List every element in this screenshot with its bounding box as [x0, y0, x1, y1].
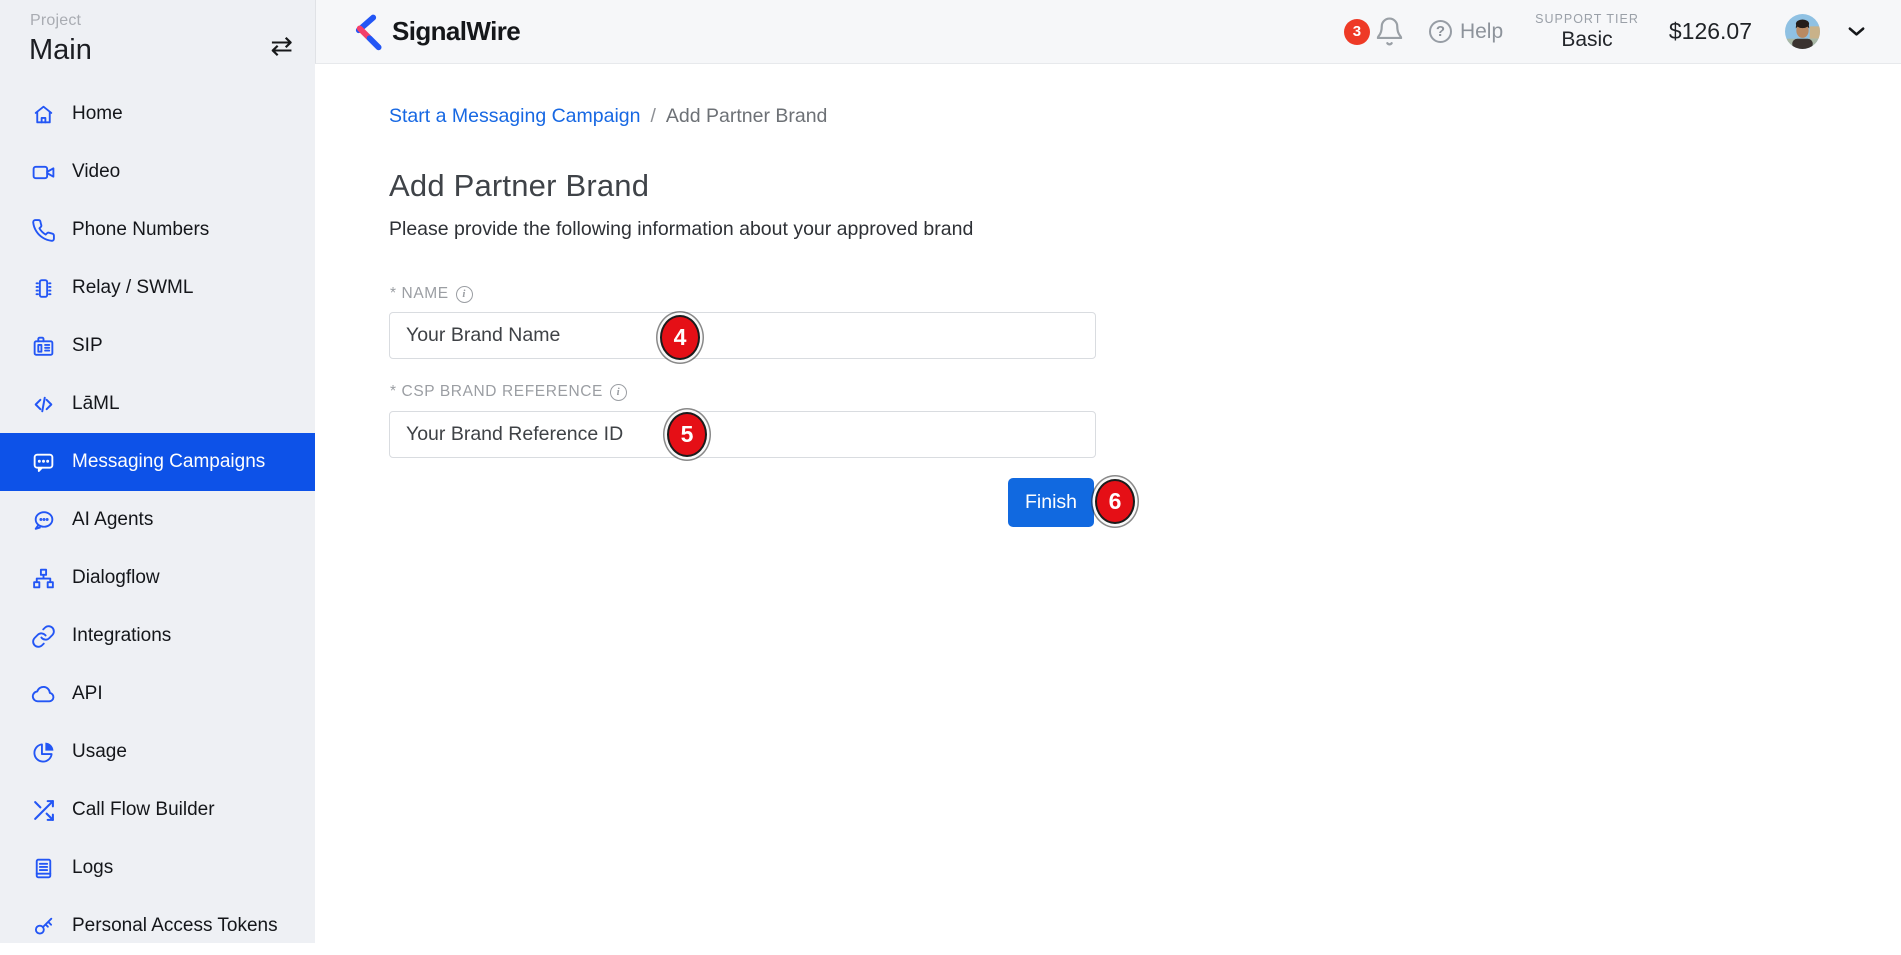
sidebar-item-sip[interactable]: SIP [0, 317, 315, 375]
account-balance[interactable]: $126.07 [1669, 18, 1752, 45]
sidebar-item-label: Integrations [72, 625, 171, 647]
code-icon [30, 391, 56, 417]
help-button[interactable]: ? Help [1429, 20, 1503, 44]
info-icon[interactable]: i [610, 384, 627, 401]
sidebar-item-label: Home [72, 103, 123, 125]
breadcrumb-separator: / [650, 105, 655, 128]
help-label: Help [1460, 20, 1503, 44]
signalwire-logo[interactable]: SignalWire [348, 12, 520, 52]
chat-square-icon [30, 449, 56, 475]
chip-device-icon [30, 275, 56, 301]
sidebar-item-label: LāML [72, 393, 120, 415]
sidebar: Project Main ⇄ Home Video Phone Numbers [0, 0, 315, 943]
support-tier-value: Basic [1535, 28, 1639, 52]
sidebar-item-label: AI Agents [72, 509, 153, 531]
sidebar-item-label: API [72, 683, 103, 705]
cloud-icon [30, 681, 56, 707]
main-content: Start a Messaging Campaign / Add Partner… [316, 65, 1901, 943]
header-right: 3 ? Help SUPPORT TIER Basic $126.07 [1344, 12, 1901, 52]
annotation-badge-6: 6 [1095, 479, 1135, 524]
sidebar-item-label: SIP [72, 335, 103, 357]
chevron-down-icon[interactable] [1845, 20, 1868, 43]
breadcrumb: Start a Messaging Campaign / Add Partner… [389, 105, 827, 128]
sidebar-item-usage[interactable]: Usage [0, 723, 315, 781]
support-tier-label: SUPPORT TIER [1535, 12, 1639, 26]
sidebar-item-label: Phone Numbers [72, 219, 209, 241]
sidebar-item-label: Video [72, 161, 120, 183]
phone-icon [30, 217, 56, 243]
brand-reference-input[interactable] [389, 411, 1096, 458]
brand-name-input[interactable] [389, 312, 1096, 359]
sidebar-item-laml[interactable]: LāML [0, 375, 315, 433]
page-subtitle: Please provide the following information… [389, 218, 973, 241]
finish-button[interactable]: Finish [1008, 478, 1094, 527]
sidebar-item-logs[interactable]: Logs [0, 839, 315, 897]
sidebar-item-call-flow-builder[interactable]: Call Flow Builder [0, 781, 315, 839]
sidebar-item-video[interactable]: Video [0, 143, 315, 201]
support-tier: SUPPORT TIER Basic [1535, 12, 1639, 52]
sidebar-item-integrations[interactable]: Integrations [0, 607, 315, 665]
sidebar-item-label: Personal Access Tokens [72, 915, 278, 937]
signalwire-logo-icon [348, 12, 384, 52]
question-mark-icon: ? [1429, 20, 1452, 43]
sidebar-item-relay-swml[interactable]: Relay / SWML [0, 259, 315, 317]
sidebar-item-dialogflow[interactable]: Dialogflow [0, 549, 315, 607]
sidebar-item-ai-agents[interactable]: AI Agents [0, 491, 315, 549]
shuffle-icon [30, 797, 56, 823]
desk-phone-icon [30, 333, 56, 359]
page-title: Add Partner Brand [389, 168, 649, 204]
sidebar-item-label: Logs [72, 857, 113, 879]
sidebar-item-messaging-campaigns[interactable]: Messaging Campaigns [0, 433, 315, 491]
key-icon [30, 913, 56, 939]
home-icon [30, 101, 56, 127]
notifications-button[interactable]: 3 [1344, 16, 1405, 47]
avatar[interactable] [1785, 14, 1820, 49]
sidebar-nav: Home Video Phone Numbers Relay / SWML SI [0, 85, 315, 955]
sidebar-item-phone-numbers[interactable]: Phone Numbers [0, 201, 315, 259]
info-icon[interactable]: i [456, 286, 473, 303]
sidebar-item-label: Dialogflow [72, 567, 160, 589]
breadcrumb-link-start-messaging-campaign[interactable]: Start a Messaging Campaign [389, 105, 640, 128]
sidebar-item-label: Relay / SWML [72, 277, 193, 299]
name-field-label-text: * NAME [390, 285, 449, 303]
sidebar-item-label: Messaging Campaigns [72, 451, 265, 473]
sidebar-item-home[interactable]: Home [0, 85, 315, 143]
sidebar-item-api[interactable]: API [0, 665, 315, 723]
sidebar-collapse-icon[interactable]: ⇄ [270, 33, 293, 60]
project-label: Project [30, 12, 81, 30]
project-name: Main [29, 34, 92, 67]
sitemap-icon [30, 565, 56, 591]
journal-icon [30, 855, 56, 881]
sidebar-item-personal-access-tokens[interactable]: Personal Access Tokens [0, 897, 315, 955]
chat-bubble-icon [30, 507, 56, 533]
csp-brand-reference-label-text: * CSP BRAND REFERENCE [390, 383, 603, 401]
sidebar-item-label: Call Flow Builder [72, 799, 215, 821]
top-header: SignalWire 3 ? Help SUPPORT TIER Basic $… [315, 0, 1901, 64]
bell-icon [1374, 16, 1405, 47]
breadcrumb-current: Add Partner Brand [666, 105, 828, 128]
name-field-label: * NAME i [390, 285, 473, 303]
link-icon [30, 623, 56, 649]
pie-chart-icon [30, 739, 56, 765]
notification-count-badge: 3 [1344, 19, 1370, 45]
video-camera-icon [30, 159, 56, 185]
csp-brand-reference-field-label: * CSP BRAND REFERENCE i [390, 383, 627, 401]
brand-name: SignalWire [392, 16, 520, 47]
sidebar-item-label: Usage [72, 741, 127, 763]
